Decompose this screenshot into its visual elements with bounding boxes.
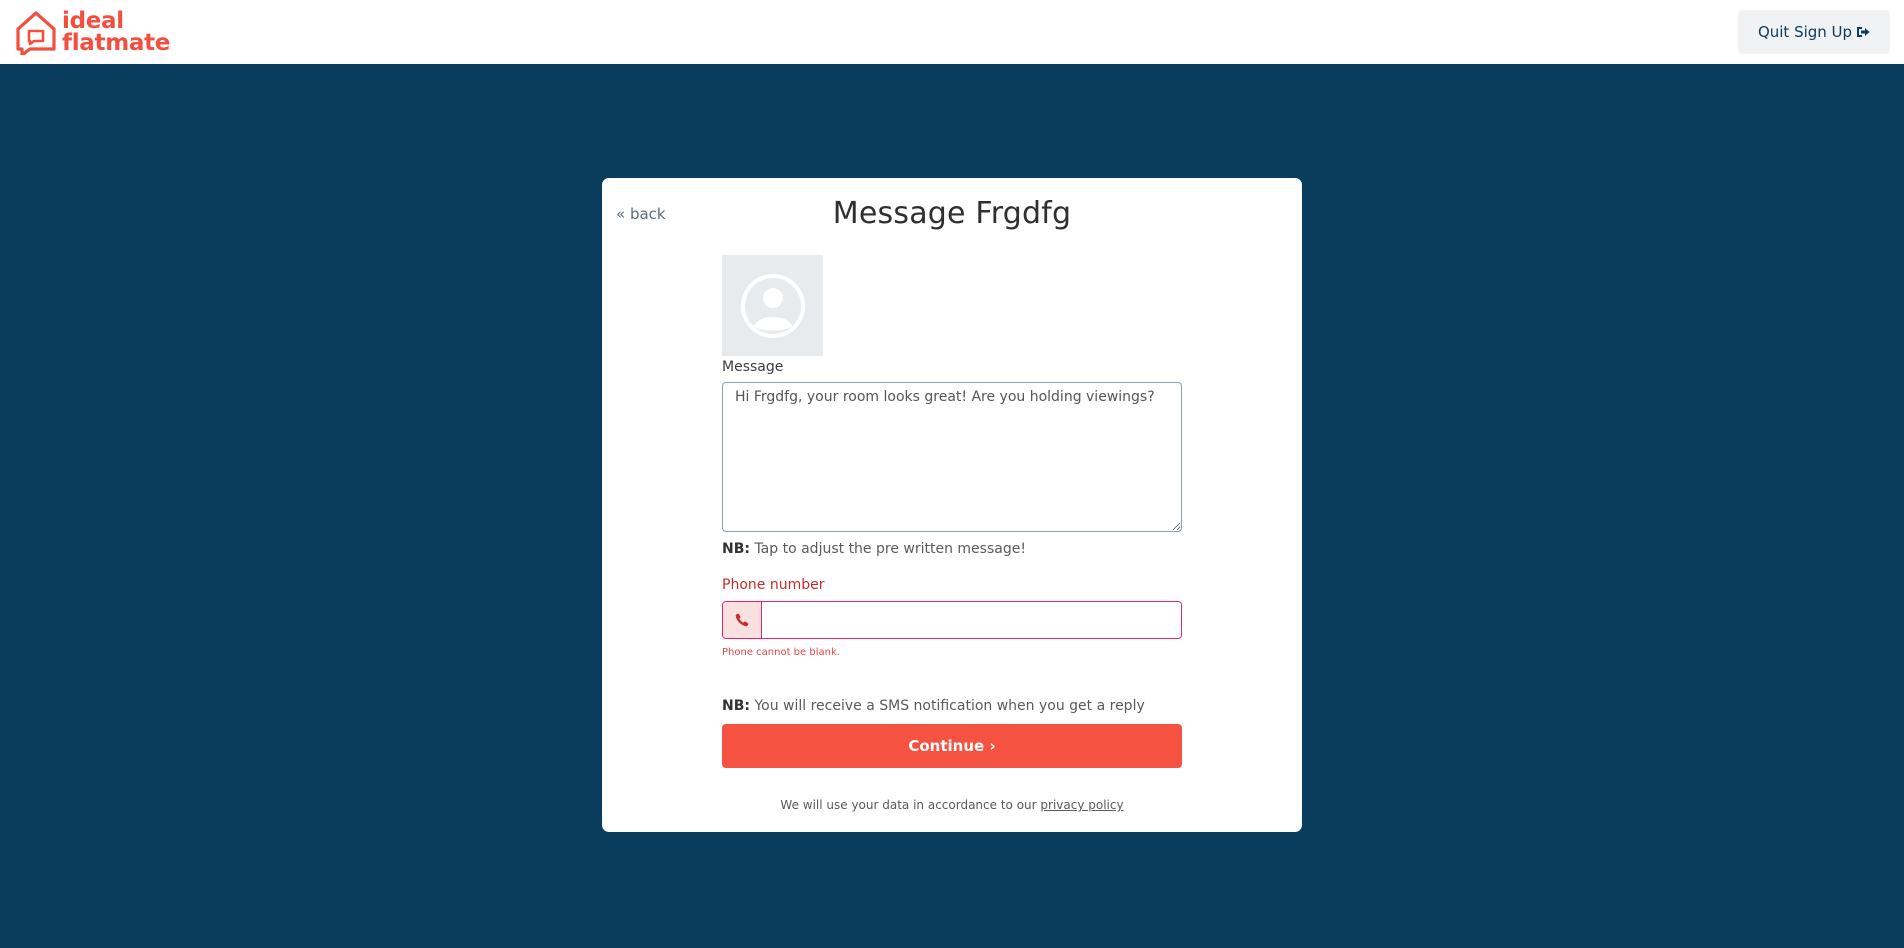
logo-line1: ideal — [62, 8, 124, 34]
user-circle-icon — [740, 273, 805, 338]
message-note-prefix: NB: — [722, 541, 750, 557]
message-note-text: Tap to adjust the pre written message! — [750, 541, 1026, 557]
phone-icon — [735, 613, 749, 627]
sms-note: NB: You will receive a SMS notification … — [722, 698, 1182, 714]
top-navbar: ideal flatmate Quit Sign Up — [0, 0, 1904, 64]
sign-out-icon — [1857, 27, 1870, 37]
logo-wordmark: ideal flatmate — [62, 8, 171, 56]
continue-label: Continue — [908, 737, 985, 755]
ideal-flatmate-logo[interactable]: ideal flatmate — [14, 9, 170, 55]
message-form: Message Hi Frgdfg, your room looks great… — [722, 255, 1182, 812]
message-card: « back Message Frgdfg Message Hi Frgdfg,… — [602, 178, 1302, 832]
privacy-note: We will use your data in accordance to o… — [722, 798, 1182, 812]
privacy-policy-link[interactable]: privacy policy — [1040, 798, 1123, 812]
phone-input-group — [722, 601, 1182, 639]
chevron-right-icon: › — [989, 737, 996, 755]
continue-button[interactable]: Continue › — [722, 724, 1182, 768]
message-textarea[interactable]: Hi Frgdfg, your room looks great! Are yo… — [722, 382, 1182, 532]
privacy-text: We will use your data in accordance to o… — [780, 798, 1041, 812]
quit-sign-up-label: Quit Sign Up — [1757, 23, 1853, 41]
house-speech-logo-icon — [16, 11, 56, 55]
page-title: Message Frgdfg — [832, 196, 1072, 231]
phone-addon — [723, 602, 762, 638]
phone-error-message: Phone cannot be blank. — [722, 647, 840, 658]
logo-line2: flatmate — [62, 30, 171, 56]
sms-note-prefix: NB: — [722, 698, 750, 714]
message-note: NB: Tap to adjust the pre written messag… — [722, 541, 1182, 557]
phone-number-input[interactable] — [762, 602, 1181, 638]
message-label: Message — [722, 359, 784, 375]
avatar — [722, 255, 823, 356]
phone-number-label: Phone number — [722, 577, 825, 593]
sms-note-text: You will receive a SMS notification when… — [750, 698, 1145, 714]
quit-sign-up-button[interactable]: Quit Sign Up — [1738, 10, 1890, 54]
